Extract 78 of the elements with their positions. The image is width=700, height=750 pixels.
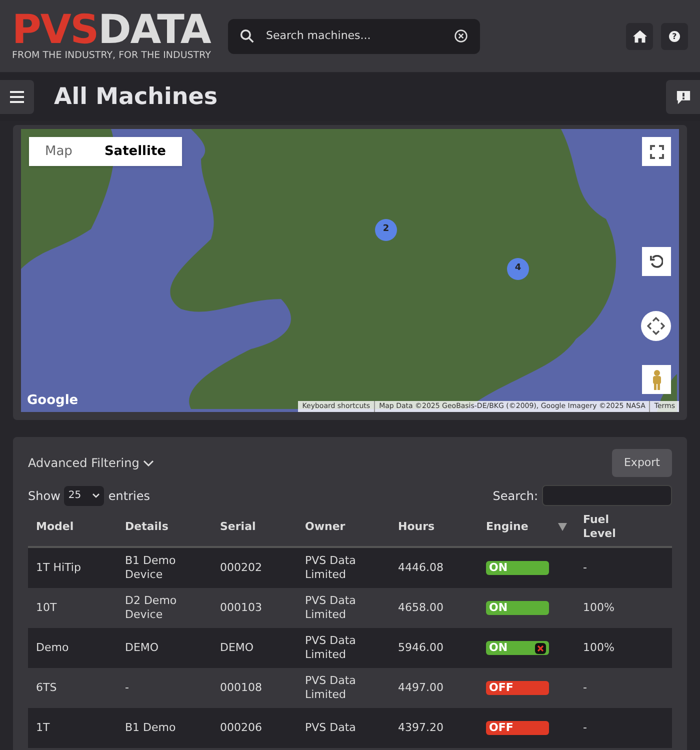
column-header[interactable]: Model xyxy=(28,520,117,534)
search-icon xyxy=(240,29,254,43)
logo-text: PVS xyxy=(12,10,98,50)
home-icon xyxy=(632,30,646,42)
table-cell: - xyxy=(125,681,129,694)
table-cell: PVS Data Limited xyxy=(305,594,356,621)
table-cell: B1 Demo Device xyxy=(125,554,176,581)
fullscreen-button[interactable] xyxy=(642,137,671,166)
table-cell: 4658.00 xyxy=(398,601,444,614)
move-icon xyxy=(647,317,665,335)
help-button[interactable]: ? xyxy=(661,22,688,50)
column-header[interactable]: Fuel Level xyxy=(575,513,633,541)
search-field[interactable]: Search machines... xyxy=(266,28,442,44)
advanced-filtering-toggle[interactable]: Advanced Filtering xyxy=(28,454,154,472)
table-cell: - xyxy=(583,561,587,574)
table-cell: DEMO xyxy=(220,641,254,654)
google-logo: Google xyxy=(27,392,78,410)
fullscreen-icon xyxy=(650,144,664,158)
table-cell: 000202 xyxy=(220,561,262,574)
entries-label: entries xyxy=(108,488,150,504)
table-cell: PVS Data Limited xyxy=(305,554,356,581)
table-cell: 6TS xyxy=(36,681,57,694)
table-cell: 5946.00 xyxy=(398,641,444,654)
column-header[interactable]: Owner xyxy=(297,520,390,534)
export-button[interactable]: Export xyxy=(612,449,672,477)
pan-control[interactable] xyxy=(641,311,671,341)
table-cell: 4397.20 xyxy=(398,721,444,734)
alert-icon xyxy=(535,642,546,654)
column-header[interactable]: Engine xyxy=(486,520,528,534)
show-label: Show xyxy=(28,488,60,504)
search-label: Search: xyxy=(492,488,538,504)
table-cell: 1T HiTip xyxy=(36,561,81,574)
sort-icon[interactable] xyxy=(558,523,567,531)
engine-status-badge: OFF xyxy=(486,681,549,695)
table-cell: PVS Data xyxy=(305,721,356,734)
table-cell: 000108 xyxy=(220,681,262,694)
table-search-field[interactable] xyxy=(542,485,672,506)
engine-status-badge: ON xyxy=(486,641,549,655)
column-header[interactable]: Serial xyxy=(212,520,297,534)
search-box[interactable]: Search machines... xyxy=(228,18,480,54)
table-cell: Demo xyxy=(36,641,69,654)
column-header[interactable]: Details xyxy=(117,520,212,534)
table-cell: B1 Demo xyxy=(125,721,176,734)
column-header[interactable]: Hours xyxy=(390,520,478,534)
table-cell: 100% xyxy=(583,601,614,614)
home-button[interactable] xyxy=(626,22,653,50)
chevron-icon xyxy=(143,460,154,466)
table-cell: DEMO xyxy=(125,641,159,654)
engine-status-badge: OFF xyxy=(486,721,549,735)
logo-tagline: FROM THE INDUSTRY, FOR THE INDUSTRY xyxy=(12,50,212,62)
feedback-button[interactable] xyxy=(666,80,700,114)
reset-button[interactable] xyxy=(642,247,671,276)
rotate-icon xyxy=(650,255,663,268)
feedback-icon xyxy=(676,90,690,104)
map-type-tab[interactable]: Map xyxy=(29,137,88,166)
table-cell: 100% xyxy=(583,641,614,654)
person-icon xyxy=(652,370,662,390)
engine-status-badge: ON xyxy=(486,601,549,615)
page-title: All Machines xyxy=(54,82,218,112)
caret-icon xyxy=(92,493,100,498)
table-cell: PVS Data Limited xyxy=(305,634,356,661)
table-cell: PVS Data Limited xyxy=(305,674,356,701)
table-cell: 000103 xyxy=(220,601,262,614)
engine-status-badge: ON xyxy=(486,561,549,575)
table-cell: 1T xyxy=(36,721,50,734)
menu-button[interactable] xyxy=(0,80,34,114)
menu-icon xyxy=(10,91,24,103)
clear-icon[interactable] xyxy=(454,29,468,43)
table-cell: 4446.08 xyxy=(398,561,444,574)
logo-text: DATA xyxy=(98,10,210,50)
page-size-select[interactable]: 25 xyxy=(64,486,104,506)
table-cell: - xyxy=(583,681,587,694)
table-cell: 4497.00 xyxy=(398,681,444,694)
table-cell: 10T xyxy=(36,601,57,614)
map-type-tab[interactable]: Satellite xyxy=(88,137,182,166)
table-cell: 000206 xyxy=(220,721,262,734)
table-cell: - xyxy=(583,721,587,734)
table-cell: D2 Demo Device xyxy=(125,594,177,621)
